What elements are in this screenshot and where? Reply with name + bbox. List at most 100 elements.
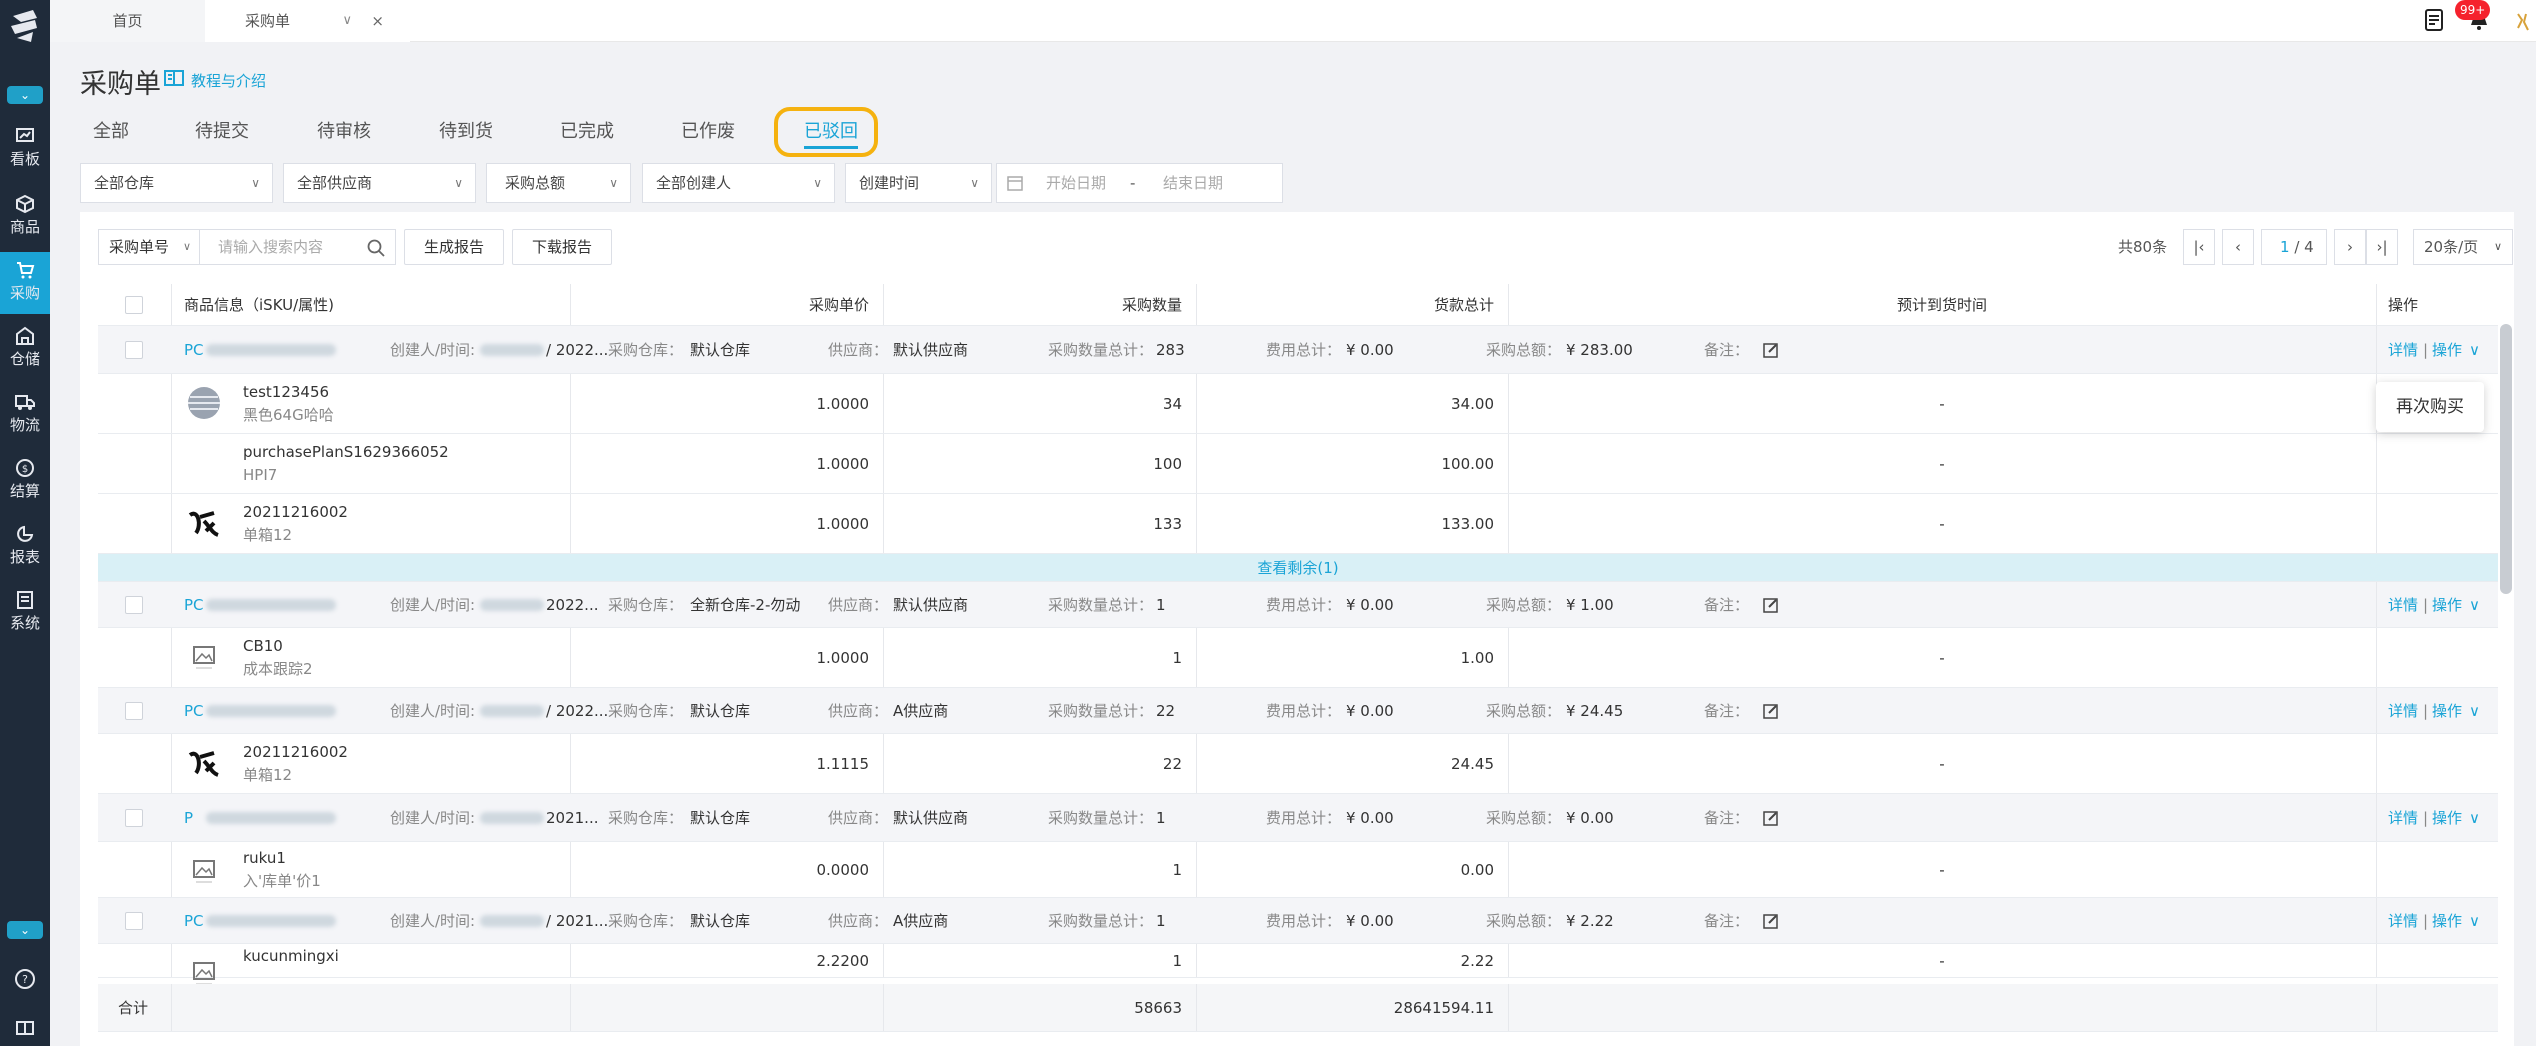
sidebar-item-goods[interactable]: 商品 [0, 186, 50, 248]
tutorial-link[interactable]: 教程与介绍 [191, 70, 266, 91]
order-number[interactable]: PC [184, 898, 204, 944]
tab-pending-review[interactable]: 待审核 [317, 117, 371, 149]
ops-dropdown[interactable]: 操作 [2432, 898, 2462, 944]
close-icon[interactable]: × [371, 0, 384, 42]
product-sku: 单箱12 [243, 766, 293, 784]
tab-purchase-order[interactable]: 采购单 ∨ × [205, 0, 410, 42]
warehouse-label: 采购仓库： [608, 912, 684, 930]
amount: 0.00 [1460, 861, 1494, 879]
app-logo-icon[interactable] [7, 6, 43, 46]
chevron-down-icon[interactable]: ∨ [2469, 688, 2480, 734]
purchase-total-label: 采购总额： [1486, 809, 1562, 827]
order-purchase-total: ¥ 0.00 [1566, 809, 1614, 827]
time-type-filter[interactable]: 创建时间 ∨ [845, 163, 992, 203]
table-scrollbar[interactable] [2500, 324, 2512, 594]
supplier-filter[interactable]: 全部供应商 ∨ [283, 163, 476, 203]
search-field-select[interactable]: 采购单号 ∨ [98, 229, 200, 265]
edit-remark-icon[interactable] [1762, 912, 1780, 930]
tab-completed[interactable]: 已完成 [560, 117, 614, 149]
collapse-bottom-icon[interactable]: ⌄ [7, 921, 43, 939]
tab-voided[interactable]: 已作废 [681, 117, 735, 149]
order-number[interactable]: PC [184, 582, 204, 628]
ops-dropdown[interactable]: 操作 [2432, 794, 2462, 842]
download-report-button[interactable]: 下载报告 [512, 229, 612, 265]
sidebar-item-purchase[interactable]: 采购 [0, 252, 50, 314]
total-count: 共80条 [2118, 238, 2168, 256]
last-page-icon: ›| [2376, 238, 2388, 256]
order-fee-total: ¥ 0.00 [1346, 809, 1394, 827]
view-more-link[interactable]: 查看剩余(1) [98, 554, 2498, 582]
detail-link[interactable]: 详情 [2388, 582, 2418, 628]
sidebar-item-dashboard[interactable]: 看板 [0, 118, 50, 180]
supplier-label: 供应商： [828, 912, 889, 930]
chevron-down-icon[interactable]: ∨ [342, 0, 352, 42]
page-size-value: 20条/页 [2424, 238, 2479, 256]
redacted-creator [480, 599, 544, 611]
row-checkbox[interactable] [125, 596, 143, 614]
first-page-button[interactable]: |‹ [2183, 229, 2215, 265]
amount: 24.45 [1451, 755, 1494, 773]
order-number[interactable]: PC [184, 688, 204, 734]
row-checkbox[interactable] [125, 702, 143, 720]
search-input[interactable]: 请输入搜索内容 [199, 229, 396, 265]
current-page[interactable]: 1 [2280, 238, 2290, 256]
warehouse-icon [16, 326, 34, 345]
chevron-down-icon[interactable]: ∨ [2469, 326, 2480, 374]
date-range-picker[interactable]: 开始日期 - 结束日期 [996, 163, 1283, 203]
warehouse-filter[interactable]: 全部仓库 ∨ [80, 163, 273, 203]
start-date-input[interactable]: 开始日期 [1046, 164, 1106, 202]
row-checkbox[interactable] [125, 296, 143, 314]
next-page-button[interactable]: › [2334, 229, 2366, 265]
row-checkbox[interactable] [125, 341, 143, 359]
order-header-row: PC 创建人/时间: / 2022... 采购仓库： 默认仓库 供应商： 默认供应商 采购数量… [98, 326, 2498, 374]
tab-home[interactable]: 首页 [50, 0, 205, 42]
mascot-icon[interactable] [2512, 10, 2534, 34]
order-fee-total: ¥ 0.00 [1346, 596, 1394, 614]
chevron-down-icon[interactable]: ∨ [2469, 794, 2480, 842]
chevron-down-icon[interactable]: ∨ [2469, 898, 2480, 944]
detail-link[interactable]: 详情 [2388, 326, 2418, 374]
tab-all[interactable]: 全部 [93, 117, 129, 149]
edit-remark-icon[interactable] [1762, 341, 1780, 359]
edit-remark-icon[interactable] [1762, 702, 1780, 720]
chevron-down-icon[interactable]: ∨ [2469, 582, 2480, 628]
rebuy-menu-item[interactable]: 再次购买 [2376, 382, 2484, 432]
task-list-icon[interactable] [2424, 8, 2444, 32]
search-icon[interactable] [367, 239, 385, 257]
sidebar-item-system[interactable]: 系统 [0, 582, 50, 644]
column-divider [883, 944, 884, 977]
creator-filter[interactable]: 全部创建人 ∨ [642, 163, 835, 203]
sidebar-item-settlement[interactable]: $ 结算 [0, 450, 50, 512]
edit-remark-icon[interactable] [1762, 596, 1780, 614]
page-input[interactable]: 1 / 4 [2261, 229, 2327, 265]
detail-link[interactable]: 详情 [2388, 898, 2418, 944]
total-filter[interactable]: 采购总额 ∨ [486, 163, 631, 203]
order-header-row: P 创建人/时间: 2021... 采购仓库： 默认仓库 供应商： 默认供应商 采购数量总计：… [98, 794, 2498, 842]
tab-pending-arrival[interactable]: 待到货 [439, 117, 493, 149]
help-button[interactable]: ? [0, 960, 50, 1000]
last-page-button[interactable]: ›| [2366, 229, 2398, 265]
sidebar-item-logistics[interactable]: 物流 [0, 384, 50, 446]
column-divider [1508, 842, 1509, 897]
page-size-select[interactable]: 20条/页 ∨ [2413, 229, 2513, 265]
prev-page-button[interactable]: ‹ [2222, 229, 2254, 265]
generate-report-button[interactable]: 生成报告 [404, 229, 504, 265]
detail-link[interactable]: 详情 [2388, 794, 2418, 842]
edit-remark-icon[interactable] [1762, 809, 1780, 827]
ops-dropdown[interactable]: 操作 [2432, 582, 2462, 628]
order-number[interactable]: P [184, 794, 193, 842]
detail-link[interactable]: 详情 [2388, 688, 2418, 734]
order-number[interactable]: PC [184, 326, 204, 374]
chevron-down-icon: ∨ [454, 176, 463, 190]
sidebar-item-warehouse[interactable]: 仓储 [0, 318, 50, 380]
sidebar-item-report[interactable]: 报表 [0, 516, 50, 578]
row-checkbox[interactable] [125, 912, 143, 930]
row-checkbox[interactable] [125, 809, 143, 827]
tab-pending-submit[interactable]: 待提交 [195, 117, 249, 149]
gift-button[interactable] [0, 1006, 50, 1046]
unit-price: 1.0000 [816, 515, 870, 533]
collapse-top-icon[interactable]: ⌄ [7, 86, 43, 104]
ops-dropdown[interactable]: 操作 [2432, 688, 2462, 734]
ops-dropdown[interactable]: 操作 [2432, 326, 2462, 374]
end-date-input[interactable]: 结束日期 [1163, 164, 1223, 202]
